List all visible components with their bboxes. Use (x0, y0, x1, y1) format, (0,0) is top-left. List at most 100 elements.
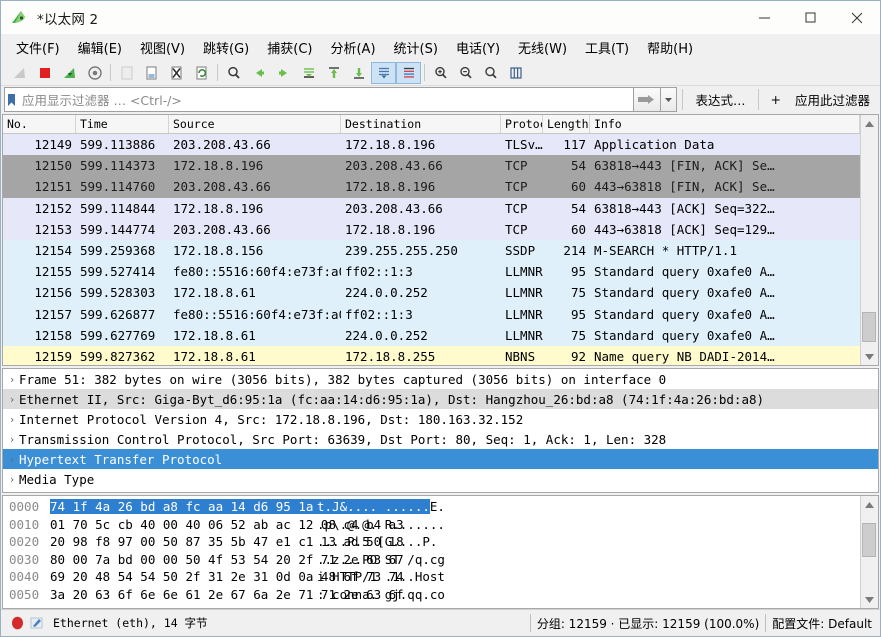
detail-tree-row[interactable]: ›Transmission Control Protocol, Src Port… (3, 429, 878, 449)
packet-detail-pane[interactable]: ›Frame 51: 382 bytes on wire (3056 bits)… (2, 368, 879, 493)
restart-capture-icon[interactable] (57, 62, 82, 84)
scrollbar-track[interactable] (861, 132, 878, 348)
detail-tree-row[interactable]: ›Ethernet II, Src: Giga-Byt_d6:95:1a (fc… (3, 389, 878, 409)
auto-scroll-icon[interactable] (371, 62, 396, 84)
column-header-no[interactable]: No. (3, 115, 76, 133)
open-file-icon[interactable] (114, 62, 139, 84)
packet-row[interactable]: 12157599.626877fe80::5516:60f4:e73f:a0e5… (3, 304, 860, 325)
chevron-right-icon[interactable]: › (5, 433, 19, 446)
hex-dump-row[interactable]: 000074 1f 4a 26 bd a8 fc aa 14 d6 95 1a … (3, 498, 860, 516)
detail-tree-row[interactable]: ›Internet Protocol Version 4, Src: 172.1… (3, 409, 878, 429)
hex-bytes[interactable]: 20 98 f8 97 00 50 87 35 5b 47 e1 c1 13 a… (50, 534, 305, 549)
chevron-right-icon[interactable]: › (5, 473, 19, 486)
go-to-last-icon[interactable] (346, 62, 371, 84)
hex-dump-row[interactable]: 00503a 20 63 6f 6e 6e 61 2e 67 6a 2e 71 … (3, 586, 860, 604)
zoom-in-icon[interactable] (428, 62, 453, 84)
filter-bookmark-icon[interactable] (4, 87, 18, 112)
scrollbar-thumb[interactable] (862, 523, 876, 557)
go-forward-icon[interactable] (271, 62, 296, 84)
zoom-reset-icon[interactable] (478, 62, 503, 84)
hex-dump-row[interactable]: 003080 00 7a bd 00 00 50 4f 53 54 20 2f … (3, 551, 860, 569)
menu-tools[interactable]: 工具(T) (576, 36, 638, 59)
resize-columns-icon[interactable] (503, 62, 528, 84)
column-header-source[interactable]: Source (169, 115, 341, 133)
column-header-length[interactable]: Length (543, 115, 590, 133)
packet-row[interactable]: 12151599.114760203.208.43.66172.18.8.196… (3, 176, 860, 197)
packet-row[interactable]: 12153599.144774203.208.43.66172.18.8.196… (3, 219, 860, 240)
hex-dump-rows[interactable]: 000074 1f 4a 26 bd a8 fc aa 14 d6 95 1a … (3, 496, 860, 608)
maximize-button[interactable] (788, 1, 834, 34)
hex-ascii[interactable]: ..z...PO ST /q.cg (305, 552, 445, 567)
expert-info-icon[interactable] (27, 616, 47, 630)
menu-telephony[interactable]: 电话(Y) (447, 36, 509, 59)
menu-go[interactable]: 跳转(G) (194, 36, 258, 59)
hex-dump-row[interactable]: 001001 70 5c cb 40 00 40 06 52 ab ac 12 … (3, 516, 860, 534)
minimize-button[interactable] (742, 1, 788, 34)
column-header-time[interactable]: Time (76, 115, 169, 133)
chevron-right-icon[interactable]: › (5, 453, 19, 466)
scroll-down-icon[interactable] (861, 591, 878, 608)
detail-tree-row[interactable]: ›Media Type (3, 469, 878, 489)
capture-status-red-icon[interactable] (7, 616, 27, 630)
close-file-icon[interactable] (164, 62, 189, 84)
find-packet-icon[interactable] (221, 62, 246, 84)
hex-scrollbar[interactable] (860, 496, 878, 608)
menu-wireless[interactable]: 无线(W) (509, 36, 576, 59)
menu-help[interactable]: 帮助(H) (638, 36, 702, 59)
menu-capture[interactable]: 捕获(C) (258, 36, 321, 59)
filter-expression-button[interactable]: 表达式… (688, 87, 752, 112)
hex-bytes[interactable]: 80 00 7a bd 00 00 50 4f 53 54 20 2f 71 2… (50, 552, 305, 567)
column-header-protocol[interactable]: Protocol (501, 115, 543, 133)
start-capture-icon[interactable] (7, 62, 32, 84)
hex-dump-row[interactable]: 004069 20 48 54 54 50 2f 31 2e 31 0d 0a … (3, 568, 860, 586)
display-filter-input[interactable]: 应用显示过滤器 … <Ctrl-/> (18, 87, 633, 112)
save-file-icon[interactable] (139, 62, 164, 84)
go-to-first-icon[interactable] (321, 62, 346, 84)
chevron-right-icon[interactable]: › (5, 393, 19, 406)
packet-row[interactable]: 12155599.527414fe80::5516:60f4:e73f:a0e5… (3, 261, 860, 282)
hex-bytes[interactable]: 74 1f 4a 26 bd a8 fc aa 14 d6 95 1a 08 0… (50, 499, 305, 514)
packet-row[interactable]: 12150599.114373172.18.8.196203.208.43.66… (3, 155, 860, 176)
reload-file-icon[interactable] (189, 62, 214, 84)
column-header-destination[interactable]: Destination (341, 115, 501, 133)
go-back-icon[interactable] (246, 62, 271, 84)
packet-row[interactable]: 12156599.528303172.18.8.61224.0.0.252LLM… (3, 282, 860, 303)
packet-row[interactable]: 12149599.113886203.208.43.66172.18.8.196… (3, 134, 860, 155)
scroll-up-icon[interactable] (861, 115, 878, 132)
filter-history-dropdown[interactable] (661, 87, 677, 112)
scroll-up-icon[interactable] (861, 496, 878, 513)
chevron-right-icon[interactable]: › (5, 373, 19, 386)
packet-row[interactable]: 12158599.627769172.18.8.61224.0.0.252LLM… (3, 325, 860, 346)
colorize-packets-icon[interactable] (396, 62, 421, 84)
scrollbar-track[interactable] (861, 513, 878, 591)
menu-view[interactable]: 视图(V) (131, 36, 194, 59)
hex-bytes[interactable]: 69 20 48 54 54 50 2f 31 2e 31 0d 0a 48 6… (50, 569, 305, 584)
column-header-info[interactable]: Info (590, 115, 860, 133)
hex-ascii[interactable]: : conna. gj.qq.co (305, 587, 445, 602)
menu-analyze[interactable]: 分析(A) (321, 36, 384, 59)
hex-dump-row[interactable]: 002020 98 f8 97 00 50 87 35 5b 47 e1 c1 … (3, 533, 860, 551)
hex-ascii[interactable]: .p\.@.@. R....... (305, 517, 445, 532)
status-profile[interactable]: 配置文件: Default (772, 615, 872, 632)
detail-tree-row[interactable]: ›Hypertext Transfer Protocol (3, 449, 878, 469)
hex-bytes[interactable]: 01 70 5c cb 40 00 40 06 52 ab ac 12 08 c… (50, 517, 305, 532)
stop-capture-icon[interactable] (32, 62, 57, 84)
packet-row[interactable]: 12152599.114844172.18.8.196203.208.43.66… (3, 198, 860, 219)
scrollbar-thumb[interactable] (862, 312, 876, 342)
packet-list-scrollbar[interactable] (860, 115, 878, 365)
hex-bytes[interactable]: 3a 20 63 6f 6e 6e 61 2e 67 6a 2e 71 71 2… (50, 587, 305, 602)
go-to-packet-icon[interactable] (296, 62, 321, 84)
filter-add-button[interactable]: + (764, 87, 788, 112)
detail-tree-row[interactable]: ›Frame 51: 382 bytes on wire (3056 bits)… (3, 369, 878, 389)
capture-options-icon[interactable] (82, 62, 107, 84)
chevron-right-icon[interactable]: › (5, 413, 19, 426)
packet-row[interactable]: 12154599.259368172.18.8.156239.255.255.2… (3, 240, 860, 261)
hex-ascii[interactable]: i HTTP/1 .1..Host (305, 569, 445, 584)
close-button[interactable] (834, 1, 880, 34)
apply-this-filter-button[interactable]: 应用此过滤器 (788, 87, 877, 112)
hex-ascii[interactable]: t.J&.... ......E. (305, 499, 445, 514)
packet-row[interactable]: 12159599.827362172.18.8.61172.18.8.255NB… (3, 346, 860, 365)
hex-ascii[interactable]: ....P.5 [G....P. (305, 534, 437, 549)
scroll-down-icon[interactable] (861, 348, 878, 365)
menu-file[interactable]: 文件(F) (7, 36, 69, 59)
